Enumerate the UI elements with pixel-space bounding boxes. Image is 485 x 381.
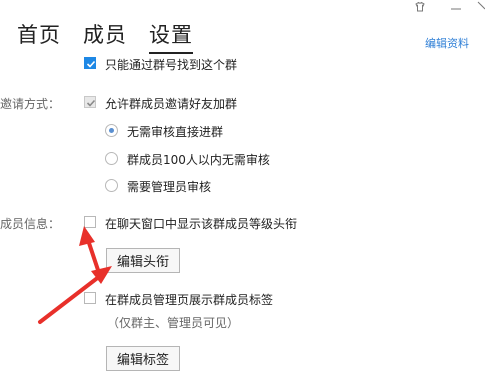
edit-title-button[interactable]: 编辑头衔 (106, 248, 180, 273)
shirt-icon[interactable] (413, 0, 427, 18)
search-only-by-number-label: 只能通过群号找到这个群 (105, 58, 238, 72)
edit-tags-button[interactable]: 编辑标签 (106, 346, 180, 371)
radio-no-review[interactable] (105, 124, 118, 137)
invite-method-label: 邀请方式： (0, 97, 61, 111)
tab-settings[interactable]: 设置 (149, 19, 193, 54)
annotation-arrows (38, 226, 112, 324)
close-icon[interactable] (477, 0, 485, 16)
radio-admin-review[interactable] (105, 179, 118, 192)
checkmark-icon (86, 60, 96, 68)
checkmark-icon (86, 99, 96, 107)
member-info-label: 成员信息： (0, 217, 61, 231)
radio-admin-review-label: 需要管理员审核 (127, 180, 212, 194)
radio-no-review-label: 无需审核直接进群 (127, 125, 224, 139)
minimize-icon[interactable] (450, 2, 462, 17)
show-member-tags-checkbox[interactable] (84, 292, 96, 304)
tab-members[interactable]: 成员 (83, 19, 127, 49)
edit-profile-link[interactable]: 编辑资料 (425, 35, 469, 51)
allow-invite-checkbox[interactable] (84, 96, 96, 108)
allow-invite-label: 允许群成员邀请好友加群 (105, 97, 238, 111)
tab-home[interactable]: 首页 (17, 19, 61, 49)
arrow-to-checkbox-icon (79, 226, 100, 272)
search-only-by-number-checkbox[interactable] (84, 57, 96, 69)
show-level-title-label: 在聊天窗口中显示该群成员等级头衔 (105, 217, 298, 231)
radio-under-100-no-review[interactable] (105, 152, 118, 165)
admin-only-note: （仅群主、管理员可见） (107, 316, 240, 330)
show-member-tags-label: 在群成员管理页展示群成员标签 (105, 293, 274, 307)
show-level-title-checkbox[interactable] (84, 216, 96, 228)
radio-under-100-label: 群成员100人以内无需审核 (127, 153, 270, 167)
arrow-to-edit-title-icon (38, 266, 112, 324)
